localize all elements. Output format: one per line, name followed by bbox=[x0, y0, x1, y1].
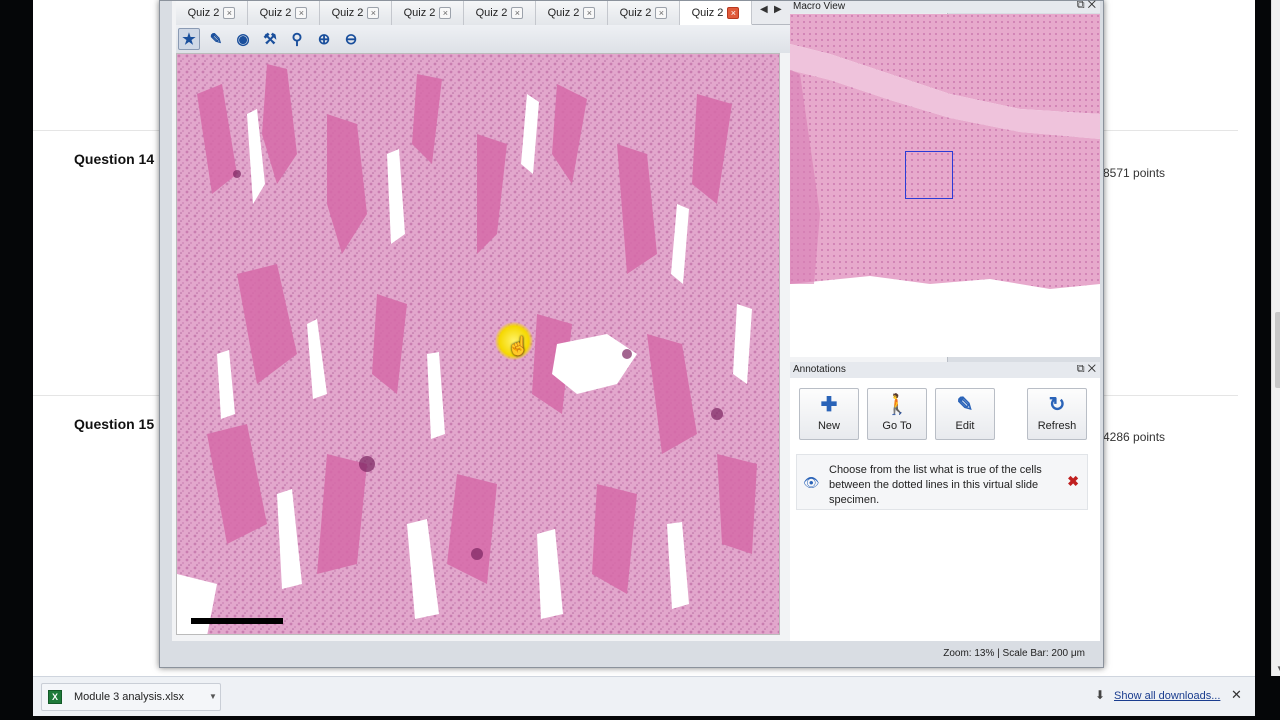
chevron-down-icon[interactable]: ▼ bbox=[205, 683, 221, 711]
tab-quiz-2[interactable]: Quiz 2 × bbox=[176, 1, 248, 25]
tab-scroll-left-icon[interactable]: ◀ bbox=[760, 4, 768, 15]
hand-cursor-icon: ☝ bbox=[507, 336, 530, 356]
magnifier-icon[interactable]: ⚲ bbox=[286, 28, 308, 50]
tab-quiz-2[interactable]: Quiz 2 × bbox=[536, 1, 608, 25]
new-annotation-button[interactable]: ✚ New bbox=[799, 388, 859, 440]
scale-bar bbox=[191, 618, 283, 624]
viewport-indicator[interactable] bbox=[905, 151, 953, 199]
excel-file-icon: X bbox=[48, 690, 62, 704]
star-icon[interactable]: ★ bbox=[178, 28, 200, 50]
wrench-icon[interactable]: ⚒ bbox=[259, 28, 281, 50]
pencil-icon: ✎ bbox=[956, 394, 974, 416]
question-14-title: Question 14 bbox=[74, 151, 155, 167]
slide-image[interactable]: ☝ bbox=[176, 53, 780, 635]
download-filename: Module 3 analysis.xlsx bbox=[74, 691, 185, 703]
refresh-icon: ↻ bbox=[1048, 394, 1066, 416]
tab-label: Quiz 2 bbox=[403, 7, 436, 19]
walk-icon: 🚶 bbox=[884, 394, 910, 416]
status-bar: Zoom: 13% | Scale Bar: 200 μm bbox=[943, 648, 1085, 659]
close-icon[interactable]: × bbox=[727, 6, 740, 19]
plus-icon: ✚ bbox=[820, 394, 838, 416]
close-icon[interactable]: × bbox=[511, 7, 524, 19]
close-icon[interactable]: ✕ bbox=[1088, 0, 1096, 11]
annotation-item[interactable]: 👁 Choose from the list what is true of t… bbox=[796, 454, 1088, 510]
restore-icon[interactable]: ⧉ bbox=[1077, 363, 1085, 375]
annotations-title: Annotations bbox=[793, 364, 846, 375]
macro-view[interactable] bbox=[790, 14, 1100, 357]
tab-quiz-2[interactable]: Quiz 2 × bbox=[464, 1, 536, 25]
tab-scroll-right-icon[interactable]: ▶ bbox=[774, 4, 782, 15]
tab-quiz-2[interactable]: Quiz 2 × bbox=[248, 1, 320, 25]
downloads-bar: X Module 3 analysis.xlsx ▼ ⬇ Show all do… bbox=[33, 676, 1255, 716]
question-15-points: 4286 points bbox=[1103, 430, 1166, 444]
close-icon[interactable]: × bbox=[223, 7, 236, 19]
tab-quiz-2[interactable]: Quiz 2 × bbox=[608, 1, 680, 25]
close-icon[interactable]: × bbox=[583, 7, 596, 19]
tab-label: Quiz 2 bbox=[691, 6, 724, 19]
download-icon: ⬇ bbox=[1095, 688, 1106, 702]
eye-icon[interactable]: 👁 bbox=[803, 475, 820, 491]
tab-label: Quiz 2 bbox=[187, 7, 220, 19]
tab-quiz-2-active[interactable]: Quiz 2 × bbox=[680, 1, 752, 25]
button-label: Go To bbox=[882, 420, 912, 432]
close-icon[interactable]: × bbox=[439, 7, 452, 19]
close-icon[interactable]: ✕ bbox=[1088, 363, 1096, 375]
question-14-points: 8571 points bbox=[1103, 166, 1166, 180]
tab-label: Quiz 2 bbox=[331, 7, 364, 19]
tab-label: Quiz 2 bbox=[475, 7, 508, 19]
screen: Question 14 8571 points Question 15 4286… bbox=[0, 0, 1280, 720]
page-scrollbar[interactable]: ▼ bbox=[1271, 0, 1280, 676]
show-all-downloads-link[interactable]: Show all downloads... bbox=[1114, 690, 1220, 702]
tab-quiz-2[interactable]: Quiz 2 × bbox=[320, 1, 392, 25]
refresh-button[interactable]: ↻ Refresh bbox=[1027, 388, 1087, 440]
close-icon[interactable]: × bbox=[295, 7, 308, 19]
scrollbar-thumb[interactable] bbox=[1275, 312, 1280, 388]
macro-view-header: Macro View ⧉ ✕ bbox=[790, 0, 1100, 13]
restore-icon[interactable]: ⧉ bbox=[1077, 0, 1085, 11]
tab-quiz-2[interactable]: Quiz 2 × bbox=[392, 1, 464, 25]
close-icon[interactable]: × bbox=[367, 7, 380, 19]
button-label: Refresh bbox=[1037, 420, 1077, 432]
histology-image bbox=[177, 54, 779, 634]
tab-label: Quiz 2 bbox=[259, 7, 292, 19]
tab-label: Quiz 2 bbox=[547, 7, 580, 19]
zoom-out-icon[interactable]: ⊖ bbox=[340, 28, 362, 50]
slide-viewer-window: Quiz 2 × Quiz 2 × Quiz 2 × Quiz 2 × Quiz 2 × … bbox=[159, 0, 1104, 668]
close-icon[interactable]: ✕ bbox=[1231, 687, 1242, 703]
annotation-text: Choose from the list what is true of the… bbox=[829, 464, 1042, 506]
close-icon[interactable]: × bbox=[655, 7, 668, 19]
scroll-down-icon[interactable]: ▼ bbox=[1276, 664, 1280, 673]
tab-label: Quiz 2 bbox=[619, 7, 652, 19]
edit-button[interactable]: ✎ Edit bbox=[935, 388, 995, 440]
macro-view-title: Macro View bbox=[793, 1, 846, 12]
download-item[interactable]: X Module 3 analysis.xlsx bbox=[41, 683, 221, 711]
draw-icon[interactable]: ✎ bbox=[205, 28, 227, 50]
zoom-in-icon[interactable]: ⊕ bbox=[313, 28, 335, 50]
button-label: New bbox=[817, 420, 840, 432]
question-15-title: Question 15 bbox=[74, 416, 155, 432]
annotations-panel: ✚ New 🚶 Go To ✎ Edit ↻ Refresh 👁 Choose … bbox=[790, 378, 1100, 641]
delete-icon[interactable]: ✖ bbox=[1067, 473, 1079, 490]
button-label: Edit bbox=[955, 420, 975, 432]
goto-button[interactable]: 🚶 Go To bbox=[867, 388, 927, 440]
annotations-header: Annotations ⧉ ✕ bbox=[790, 362, 1100, 378]
eye-icon[interactable]: ◉ bbox=[232, 28, 254, 50]
